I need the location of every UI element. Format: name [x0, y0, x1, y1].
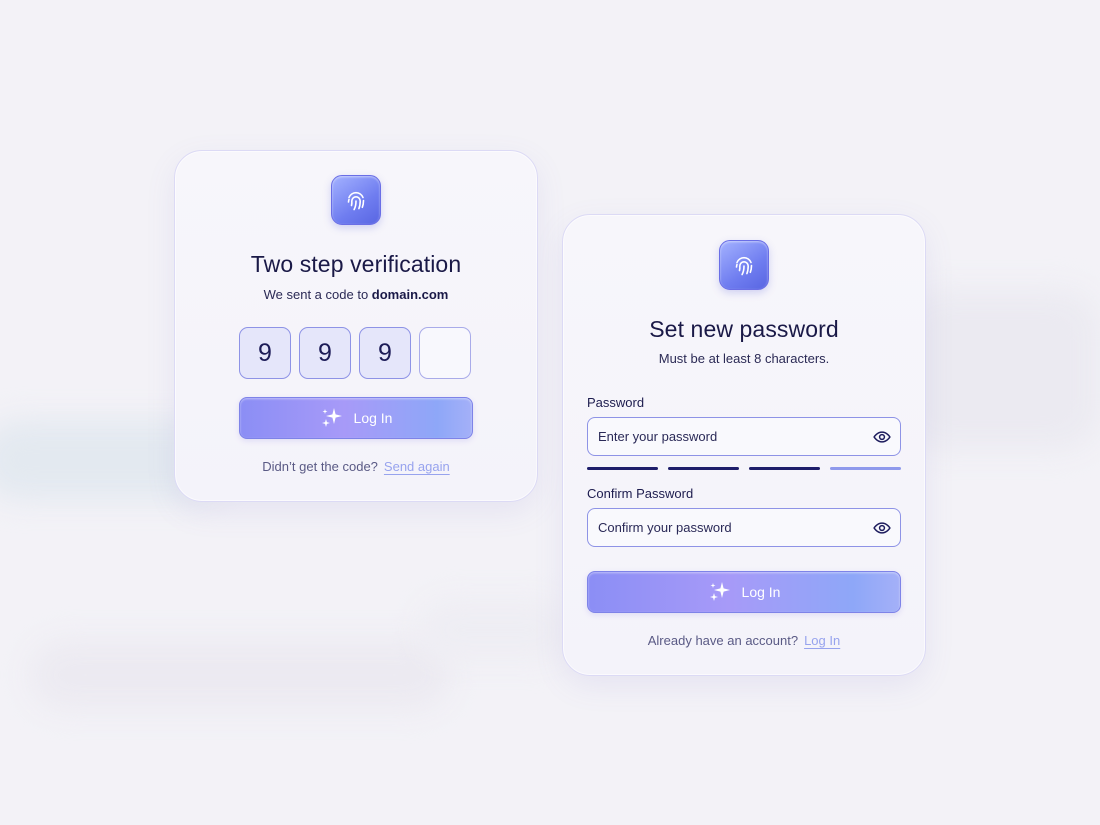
set-password-card: Set new password Must be at least 8 char… — [562, 214, 926, 676]
login-button-label: Log In — [741, 584, 781, 600]
confirm-password-field — [587, 508, 901, 547]
password-subtitle: Must be at least 8 characters. — [658, 351, 830, 366]
sparkle-icon — [709, 582, 730, 601]
eye-icon[interactable] — [873, 428, 891, 446]
two-step-verification-card: Two step verification We sent a code to … — [174, 150, 538, 502]
login-button[interactable]: Log In — [239, 397, 473, 439]
strength-segment — [830, 467, 901, 470]
fingerprint-icon — [719, 240, 769, 290]
sparkle-icon — [321, 408, 342, 427]
confirm-password-label: Confirm Password — [587, 486, 694, 501]
code-digit-4[interactable] — [419, 327, 471, 379]
login-link[interactable]: Log In — [804, 633, 840, 648]
page-title: Two step verification — [250, 251, 462, 277]
account-prompt: Already have an account? — [647, 633, 799, 648]
resend-prompt: Didn’t get the code? — [262, 459, 378, 474]
password-input[interactable] — [588, 418, 858, 455]
subtitle-text: We sent a code to — [263, 287, 369, 302]
confirm-password-input[interactable] — [588, 509, 858, 546]
background-blur-shape — [900, 290, 1100, 450]
password-field — [587, 417, 901, 456]
page-title: Set new password — [649, 316, 839, 342]
background-blur-shape — [420, 600, 570, 660]
password-strength-meter — [587, 467, 901, 470]
send-again-link[interactable]: Send again — [384, 459, 450, 474]
background-blur-shape — [30, 640, 450, 710]
account-footer: Already have an account? Log In — [563, 633, 925, 648]
code-input-group: 9 9 9 — [239, 327, 471, 379]
strength-segment — [749, 467, 820, 470]
eye-icon[interactable] — [873, 519, 891, 537]
strength-segment — [587, 467, 658, 470]
verification-subtitle: We sent a code to domain.com — [175, 287, 537, 302]
code-digit-3[interactable]: 9 — [359, 327, 411, 379]
resend-footer: Didn’t get the code? Send again — [175, 459, 537, 474]
login-button-label: Log In — [353, 410, 393, 426]
login-button[interactable]: Log In — [587, 571, 901, 613]
code-digit-2[interactable]: 9 — [299, 327, 351, 379]
strength-segment — [668, 467, 739, 470]
password-label: Password — [587, 395, 645, 410]
fingerprint-icon — [331, 175, 381, 225]
code-digit-1[interactable]: 9 — [239, 327, 291, 379]
subtitle-domain: domain.com — [371, 287, 449, 302]
